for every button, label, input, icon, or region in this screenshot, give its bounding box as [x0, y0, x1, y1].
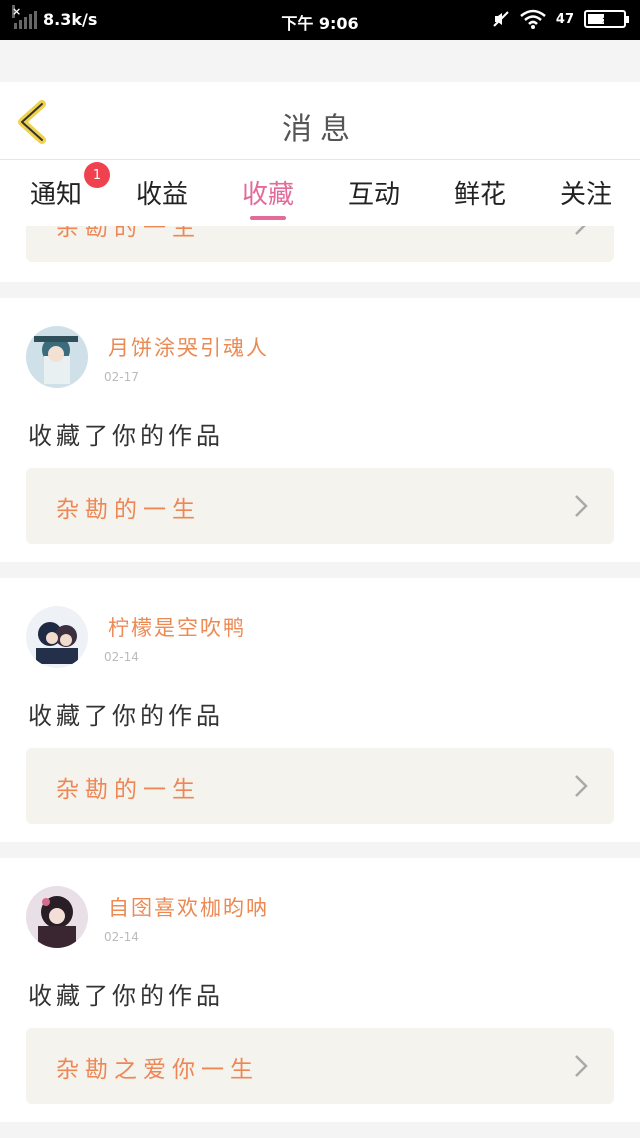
avatar-image [26, 606, 88, 668]
battery-icon: ⚡ [584, 10, 629, 28]
avatar-image [26, 886, 88, 948]
action-text: 收藏了你的作品 [28, 422, 224, 450]
username[interactable]: 月饼涂哭引魂人 [108, 332, 269, 362]
tab-label: 收益 [135, 180, 188, 210]
tab-label: 收藏 [241, 180, 294, 210]
active-tab-indicator [250, 216, 286, 220]
avatar[interactable] [26, 606, 88, 668]
work-title: 杂勘之爱你一生 [56, 1057, 259, 1083]
work-title: 杂勘的一生 [56, 226, 201, 241]
tab-interactions[interactable]: 互动 [334, 174, 414, 211]
mute-icon [493, 11, 509, 27]
tab-flowers[interactable]: 鲜花 [440, 174, 520, 211]
list-item: 柠檬是空吹鸭 02-14 收藏了你的作品 杂勘的一生 [0, 578, 640, 842]
action-text: 收藏了你的作品 [28, 702, 224, 730]
work-title: 杂勘的一生 [56, 777, 201, 803]
work-link[interactable]: 杂勘之爱你一生 [26, 1028, 614, 1104]
tab-earnings[interactable]: 收益 [122, 174, 202, 211]
item-date: 02-17 [104, 370, 139, 384]
tab-favorites[interactable]: 收藏 [228, 174, 308, 211]
list-item: 月饼涂哭引魂人 02-17 收藏了你的作品 杂勘的一生 [0, 298, 640, 562]
work-link[interactable]: 杂勘的一生 [26, 748, 614, 824]
tab-label: 互动 [347, 180, 400, 210]
item-date: 02-14 [104, 930, 139, 944]
username[interactable]: 柠檬是空吹鸭 [108, 612, 246, 642]
notification-badge: 1 [84, 162, 110, 188]
avatar[interactable] [26, 326, 88, 388]
tab-bar: 通知 1 收益 收藏 互动 鲜花 关注 [0, 160, 640, 226]
chevron-right-icon [575, 775, 588, 797]
username[interactable]: 自囹喜欢枷昀呐 [108, 892, 269, 922]
chevron-right-icon [575, 1055, 588, 1077]
page-title: 消息 [282, 112, 358, 147]
action-text: 收藏了你的作品 [28, 982, 224, 1010]
work-title: 杂勘的一生 [56, 497, 201, 523]
tab-following[interactable]: 关注 [546, 174, 626, 211]
item-date: 02-14 [104, 650, 139, 664]
chevron-right-icon [575, 226, 586, 235]
chevron-right-icon [575, 495, 588, 517]
tab-label: 关注 [559, 180, 612, 210]
charging-icon: ⚡ [601, 12, 609, 26]
status-bar: × 8.3k/s 下午 9:06 47 ⚡ [0, 0, 640, 40]
wifi-icon [520, 9, 546, 29]
list-item: 自囹喜欢枷昀呐 02-14 收藏了你的作品 杂勘之爱你一生 [0, 858, 640, 1122]
work-link[interactable]: 杂勘的一生 [26, 468, 614, 544]
status-right: 47 ⚡ [492, 9, 629, 29]
tab-label: 通知 [29, 180, 82, 210]
avatar[interactable] [26, 886, 88, 948]
battery-percent: 47 [555, 11, 574, 27]
tab-notifications[interactable]: 通知 1 [16, 162, 110, 211]
tab-label: 鲜花 [453, 180, 506, 210]
work-link[interactable]: 杂勘的一生 [26, 226, 614, 262]
avatar-image [26, 326, 88, 388]
header: 消息 [0, 82, 640, 160]
list-item: 杂勘的一生 [0, 226, 640, 282]
